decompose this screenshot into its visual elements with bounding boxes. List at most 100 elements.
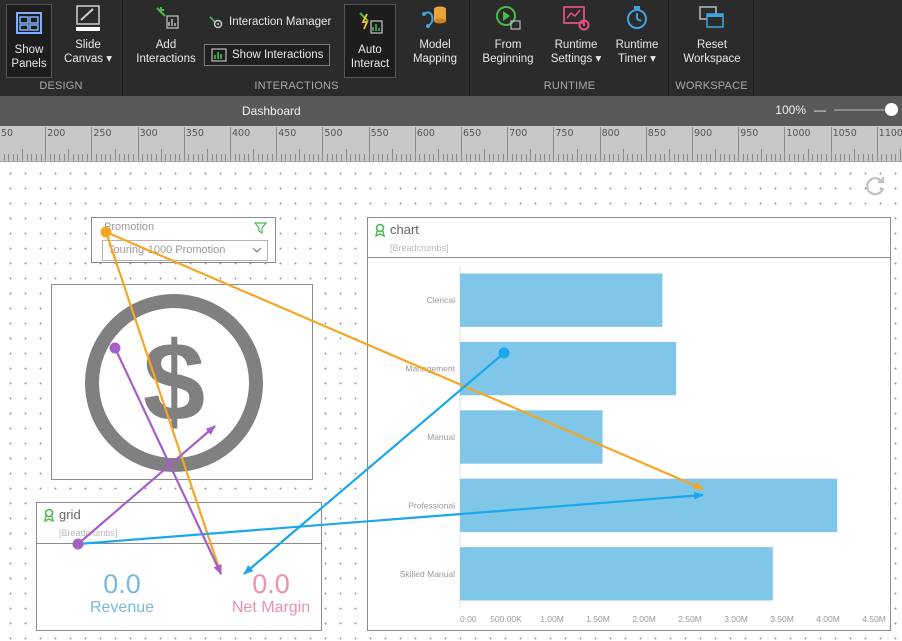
- interaction-manager-button[interactable]: Interaction Manager: [208, 14, 331, 30]
- ruler-minor-tick: [405, 154, 407, 161]
- chart-x-tick-label: 2.50M: [678, 614, 702, 624]
- ruler-minor-tick: [220, 154, 222, 161]
- chart-bar-skilled-manual[interactable]: [460, 547, 773, 601]
- show-interactions-button[interactable]: Show Interactions: [204, 44, 331, 66]
- refresh-icon[interactable]: [862, 174, 888, 200]
- ruler-minor-tick: [271, 154, 273, 161]
- ruler-label: 800: [601, 128, 620, 139]
- runtime-settings-button[interactable]: Runtime Settings ▾: [545, 4, 607, 66]
- ruler-minor-tick: [327, 154, 329, 161]
- ruler-minor-tick: [262, 154, 264, 161]
- chart-bar-manual[interactable]: [460, 410, 603, 464]
- ruler-minor-tick: [419, 154, 421, 161]
- ruler-major-tick: [830, 127, 832, 161]
- ruler-minor-tick: [775, 154, 777, 161]
- ruler-minor-tick: [82, 154, 84, 161]
- chart-category-label: Manual: [427, 432, 455, 442]
- ruler-minor-tick: [479, 154, 481, 161]
- ruler-minor-tick: [687, 154, 689, 161]
- grid-header-divider: [37, 543, 321, 544]
- dollar-coin-icon: $: [85, 294, 263, 472]
- ruler-major-tick: [137, 127, 139, 161]
- ruler-minor-tick: [146, 154, 148, 161]
- ruler-minor-tick: [678, 154, 680, 161]
- ruler-label: 300: [139, 128, 158, 139]
- ruler-major-tick: [461, 127, 462, 161]
- auto-interact-label-2: Interact: [350, 58, 390, 70]
- ruler-label: 550: [370, 128, 389, 139]
- ruler-label: 50: [1, 128, 14, 139]
- ruler-minor-tick: [35, 154, 37, 161]
- zoom-slider-knob[interactable]: [885, 103, 898, 116]
- reset-workspace-label-2: Workspace: [683, 53, 741, 65]
- ruler-minor-tick: [613, 154, 615, 161]
- chart-x-tick-label: 1.50M: [586, 614, 610, 624]
- auto-interact-icon: [359, 12, 383, 34]
- grid-breadcrumbs[interactable]: [Breadcrumbs]: [59, 528, 118, 538]
- net-margin-kpi[interactable]: 0.0 Net Margin: [223, 569, 319, 617]
- award-icon: [44, 508, 54, 522]
- ribbon-toolbar: Show Panels Slide Canvas ▾ DESIGN Add In…: [0, 0, 902, 96]
- ruler-minor-tick: [313, 154, 315, 161]
- show-panels-label-1: Show: [14, 44, 44, 56]
- chart-bar-management[interactable]: [460, 341, 677, 396]
- reset-workspace-button[interactable]: Reset Workspace: [676, 4, 748, 66]
- ruler-label: 400: [232, 128, 251, 139]
- ruler-minor-tick: [752, 154, 754, 161]
- ruler-minor-tick: [400, 154, 402, 161]
- ruler-minor-tick: [604, 154, 606, 161]
- revenue-kpi[interactable]: 0.0 Revenue: [77, 569, 167, 617]
- grid-widget[interactable]: grid [Breadcrumbs] 0.0 Revenue 0.0 Net M…: [36, 502, 322, 631]
- ruler-minor-tick: [197, 154, 199, 161]
- image-widget[interactable]: $: [51, 284, 313, 480]
- ruler-minor-tick: [890, 154, 892, 161]
- chart-breadcrumbs[interactable]: [Breadcrumbs]: [390, 243, 449, 253]
- promotion-dropdown[interactable]: Touring-1000 Promotion: [102, 240, 268, 261]
- from-beginning-button[interactable]: From Beginning: [477, 4, 539, 66]
- show-panels-button[interactable]: Show Panels: [6, 4, 52, 78]
- runtime-timer-button[interactable]: Runtime Timer ▾: [609, 4, 665, 66]
- ruler-minor-tick: [373, 154, 375, 161]
- ruler-minor-tick: [789, 154, 791, 161]
- ruler-minor-tick: [308, 154, 310, 161]
- ruler-minor-tick: [40, 154, 42, 161]
- ruler-minor-tick: [484, 149, 486, 161]
- ruler-label: 1000: [786, 128, 811, 139]
- ruler-minor-tick: [26, 154, 28, 161]
- filter-icon[interactable]: [254, 222, 267, 234]
- ruler-minor-tick: [576, 149, 578, 161]
- chart-widget[interactable]: chart [Breadcrumbs] Clerical Management Ma…: [367, 217, 891, 631]
- zoom-slider[interactable]: [834, 103, 898, 116]
- show-interactions-label: Show Interactions: [232, 49, 324, 61]
- ruler-minor-tick: [193, 154, 195, 161]
- zoom-out-button[interactable]: —: [814, 103, 826, 117]
- ruler-minor-tick: [521, 154, 523, 161]
- ruler-minor-tick: [165, 154, 167, 161]
- ruler-label: 250: [93, 128, 112, 139]
- ruler-minor-tick: [571, 154, 573, 161]
- promotion-filter-widget[interactable]: Promotion Touring-1000 Promotion: [91, 217, 276, 263]
- ruler-minor-tick: [253, 149, 255, 161]
- chart-bar-professional[interactable]: [460, 478, 838, 533]
- chart-title-wrap: chart: [374, 222, 419, 237]
- slide-canvas-button[interactable]: Slide Canvas ▾: [60, 4, 116, 66]
- ruler-minor-tick: [179, 154, 181, 161]
- ruler-minor-tick: [202, 154, 204, 161]
- ruler-minor-tick: [86, 154, 88, 161]
- ruler-minor-tick: [290, 154, 292, 161]
- auto-interact-button[interactable]: Auto Interact: [344, 4, 396, 78]
- ruler-minor-tick: [530, 149, 532, 161]
- show-panels-label-2: Panels: [11, 58, 47, 70]
- ruler-minor-tick: [539, 154, 541, 161]
- ruler-major-tick: [507, 127, 509, 161]
- add-interactions-button[interactable]: Add Interactions: [128, 4, 204, 66]
- ruler-minor-tick: [664, 154, 666, 161]
- dashboard-canvas[interactable]: Promotion Touring-1000 Promotion $ chart…: [0, 162, 902, 641]
- model-mapping-button[interactable]: Model Mapping: [406, 4, 464, 66]
- bar-chart[interactable]: Clerical Management Manual Professional Skil…: [368, 258, 890, 630]
- ruler-minor-tick: [807, 149, 809, 161]
- ruler-major-tick: [414, 127, 416, 161]
- ruler-minor-tick: [562, 154, 564, 161]
- ruler-minor-tick: [22, 149, 24, 161]
- chart-bar-clerical[interactable]: [460, 273, 663, 327]
